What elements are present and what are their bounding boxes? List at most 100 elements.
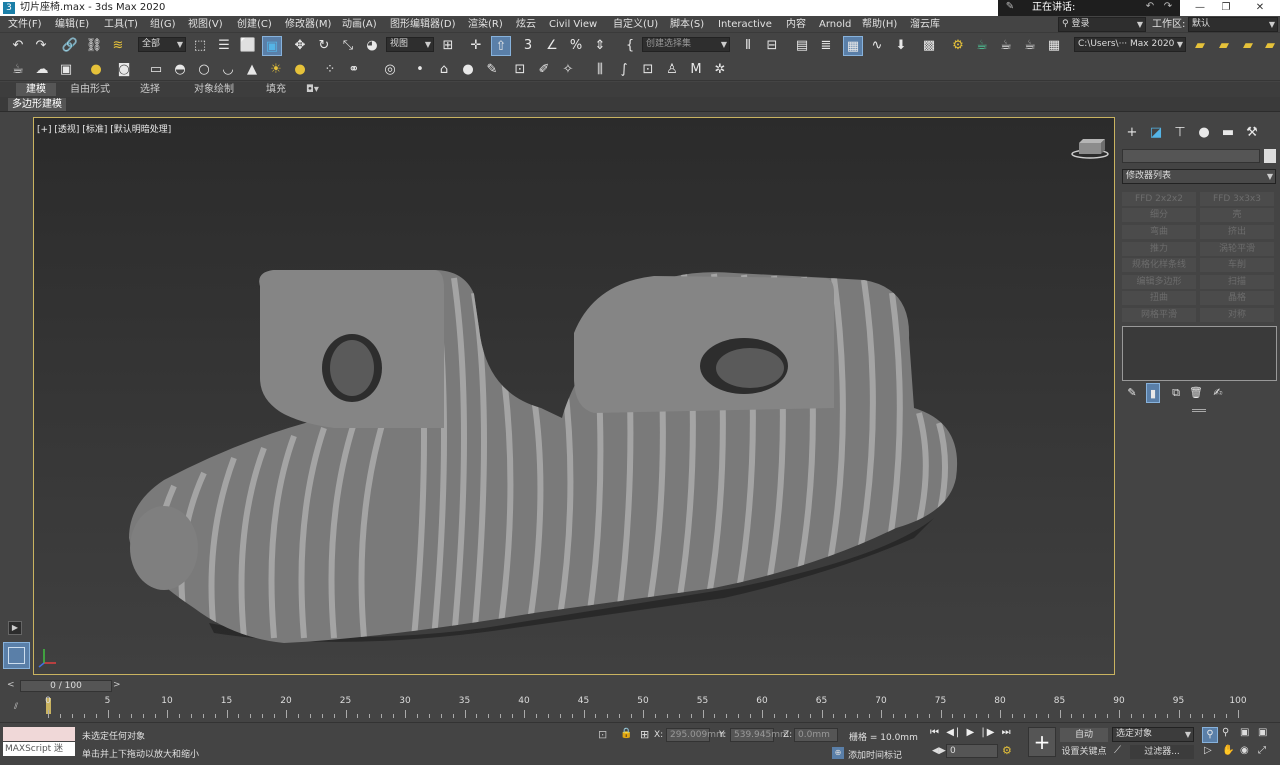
toggle-ribbon-icon[interactable]: ▦: [843, 36, 863, 56]
disc-icon[interactable]: ●: [290, 60, 310, 80]
motion-tab-icon[interactable]: ●: [1194, 123, 1214, 143]
track-bar-toggle-icon[interactable]: ⫽: [14, 702, 18, 712]
next-frame-icon[interactable]: |▶: [981, 727, 996, 738]
wand-icon[interactable]: ✧: [558, 60, 578, 80]
set-key-icon[interactable]: +: [1028, 727, 1056, 757]
maxscript-mini-listener-top[interactable]: [3, 727, 75, 741]
curve-icon[interactable]: ∫: [614, 60, 634, 80]
modifier-button[interactable]: 规格化样条线: [1122, 258, 1196, 272]
modifier-button[interactable]: FFD 2x2x2: [1122, 192, 1196, 206]
modifier-button[interactable]: 编辑多边形: [1122, 275, 1196, 289]
mirror-icon[interactable]: ⫴: [738, 36, 758, 56]
polygon-modeling-panel[interactable]: 多边形建模: [8, 98, 66, 111]
figure-icon[interactable]: ♙: [662, 60, 682, 80]
dome-icon[interactable]: ◓: [170, 60, 190, 80]
brush-icon[interactable]: ✎: [482, 60, 502, 80]
move-icon[interactable]: ✥: [290, 36, 310, 56]
rendered-frame-window-icon[interactable]: ☕: [972, 36, 992, 56]
rectangular-selection-icon[interactable]: ⬜: [238, 36, 258, 56]
menu-liuyun[interactable]: 溜云库: [910, 16, 940, 33]
redo-icon[interactable]: ↷: [31, 36, 51, 56]
material-editor-icon[interactable]: ▩: [919, 36, 939, 56]
modifier-button[interactable]: 涡轮平滑: [1200, 242, 1274, 256]
shirt-icon[interactable]: ⌂: [434, 60, 454, 80]
plane-icon[interactable]: ▭: [146, 60, 166, 80]
filters-button[interactable]: 过滤器...: [1130, 745, 1194, 759]
auto-key-button[interactable]: 自动: [1060, 728, 1108, 742]
play-preview-icon[interactable]: ▶: [8, 621, 22, 635]
key-tangent-icon[interactable]: ⟋: [1114, 745, 1121, 756]
tab-populate[interactable]: 填充: [256, 83, 296, 96]
pivot-center-icon[interactable]: ⊞: [438, 36, 458, 56]
menu-animation[interactable]: 动画(A): [342, 16, 377, 33]
link-icon[interactable]: 🔗: [60, 36, 80, 56]
object-color-swatch[interactable]: [1264, 149, 1276, 163]
image-icon[interactable]: ▣: [56, 60, 76, 80]
menu-rendering[interactable]: 渲染(R): [468, 16, 503, 33]
perspective-viewport[interactable]: [+] [透视] [标准] [默认明暗处理]: [33, 117, 1115, 675]
placement-icon[interactable]: ◕: [362, 36, 382, 56]
menu-tools[interactable]: 工具(T): [104, 16, 138, 33]
layer-explorer-icon[interactable]: ≣: [816, 36, 836, 56]
menu-create[interactable]: 创建(C): [237, 16, 272, 33]
menu-xuanyun[interactable]: 炫云: [516, 16, 536, 33]
menu-scripting[interactable]: 脚本(S): [670, 16, 704, 33]
menu-help[interactable]: 帮助(H): [862, 16, 897, 33]
create-tab-icon[interactable]: +: [1122, 123, 1142, 143]
molecule-icon[interactable]: ⚭: [344, 60, 364, 80]
sun-icon[interactable]: ☀: [266, 60, 286, 80]
recent-folder-icon[interactable]: ▰: [1260, 36, 1280, 56]
undo-icon[interactable]: ↶: [8, 36, 28, 56]
previous-frame-icon[interactable]: ◀|: [946, 727, 961, 738]
go-to-start-icon[interactable]: ⏮: [930, 727, 941, 738]
menu-interactive[interactable]: Interactive: [718, 16, 772, 33]
zoom-extents-all-icon[interactable]: ▣: [1258, 727, 1267, 738]
render-in-cloud-icon[interactable]: ▦: [1044, 36, 1064, 56]
cone-icon[interactable]: ▲: [242, 60, 262, 80]
add-time-tag[interactable]: 添加时间标记: [848, 748, 902, 761]
x-coordinate-field[interactable]: 295.009mm: [666, 728, 725, 742]
select-by-name-icon[interactable]: ☰: [214, 36, 234, 56]
gear-icon[interactable]: ✲: [710, 60, 730, 80]
workspace-dropdown[interactable]: 默认 ▼: [1188, 17, 1278, 32]
sphere-icon[interactable]: ○: [194, 60, 214, 80]
tab-freeform[interactable]: 自由形式: [60, 83, 120, 96]
camera-icon[interactable]: ◙: [114, 60, 134, 80]
render-production-icon[interactable]: ☕: [996, 36, 1016, 56]
absolute-mode-icon[interactable]: ⊞: [640, 728, 649, 741]
show-end-result-icon[interactable]: ▮: [1146, 383, 1160, 403]
percent-snap-icon[interactable]: %: [566, 36, 586, 56]
project-folder-icon[interactable]: ▰: [1238, 36, 1258, 56]
window-crossing-icon[interactable]: ▣: [262, 36, 282, 56]
named-selection-dropdown[interactable]: 创建选择集 ▼: [642, 37, 730, 52]
menu-edit[interactable]: 编辑(E): [55, 16, 89, 33]
login-dropdown[interactable]: ⚲ 登录 ▼: [1058, 17, 1146, 32]
keyboard-shortcut-override-icon[interactable]: ⇧: [491, 36, 511, 56]
modifier-button[interactable]: 网格平滑: [1122, 308, 1196, 322]
menu-graph-editors[interactable]: 图形编辑器(D): [390, 16, 456, 33]
y-coordinate-field[interactable]: 539.945mm: [730, 728, 789, 742]
time-config-icon[interactable]: ⚙: [1002, 744, 1012, 757]
menu-file[interactable]: 文件(F): [8, 16, 42, 33]
modifier-list-dropdown[interactable]: 修改器列表 ▼: [1122, 169, 1276, 184]
reference-coordinate-dropdown[interactable]: 视图 ▼: [386, 37, 434, 52]
track-next-icon[interactable]: >: [113, 680, 123, 692]
m-icon[interactable]: M: [686, 60, 706, 80]
modifier-button[interactable]: 壳: [1200, 208, 1274, 222]
zoom-extents-icon[interactable]: ▣: [1240, 727, 1249, 738]
pan-icon[interactable]: ✋: [1222, 745, 1234, 756]
bars-icon[interactable]: ⫼: [590, 60, 610, 80]
modifier-stack[interactable]: [1122, 326, 1277, 381]
rotate-icon[interactable]: ↻: [314, 36, 334, 56]
modifier-button[interactable]: 扫描: [1200, 275, 1274, 289]
maximize-viewport-icon[interactable]: ⤢: [1258, 745, 1266, 756]
selection-lock-icon[interactable]: 🔒: [620, 728, 632, 739]
object-name-field[interactable]: [1122, 149, 1260, 163]
time-slider[interactable]: 0 / 100: [20, 680, 112, 692]
modifier-button[interactable]: 细分: [1122, 208, 1196, 222]
render-setup-icon[interactable]: ⚙: [948, 36, 968, 56]
crop-icon[interactable]: ⊡: [510, 60, 530, 80]
particle-icon[interactable]: ⁘: [320, 60, 340, 80]
track-prev-icon[interactable]: <: [7, 680, 17, 692]
cloud-icon[interactable]: ☁: [32, 60, 52, 80]
